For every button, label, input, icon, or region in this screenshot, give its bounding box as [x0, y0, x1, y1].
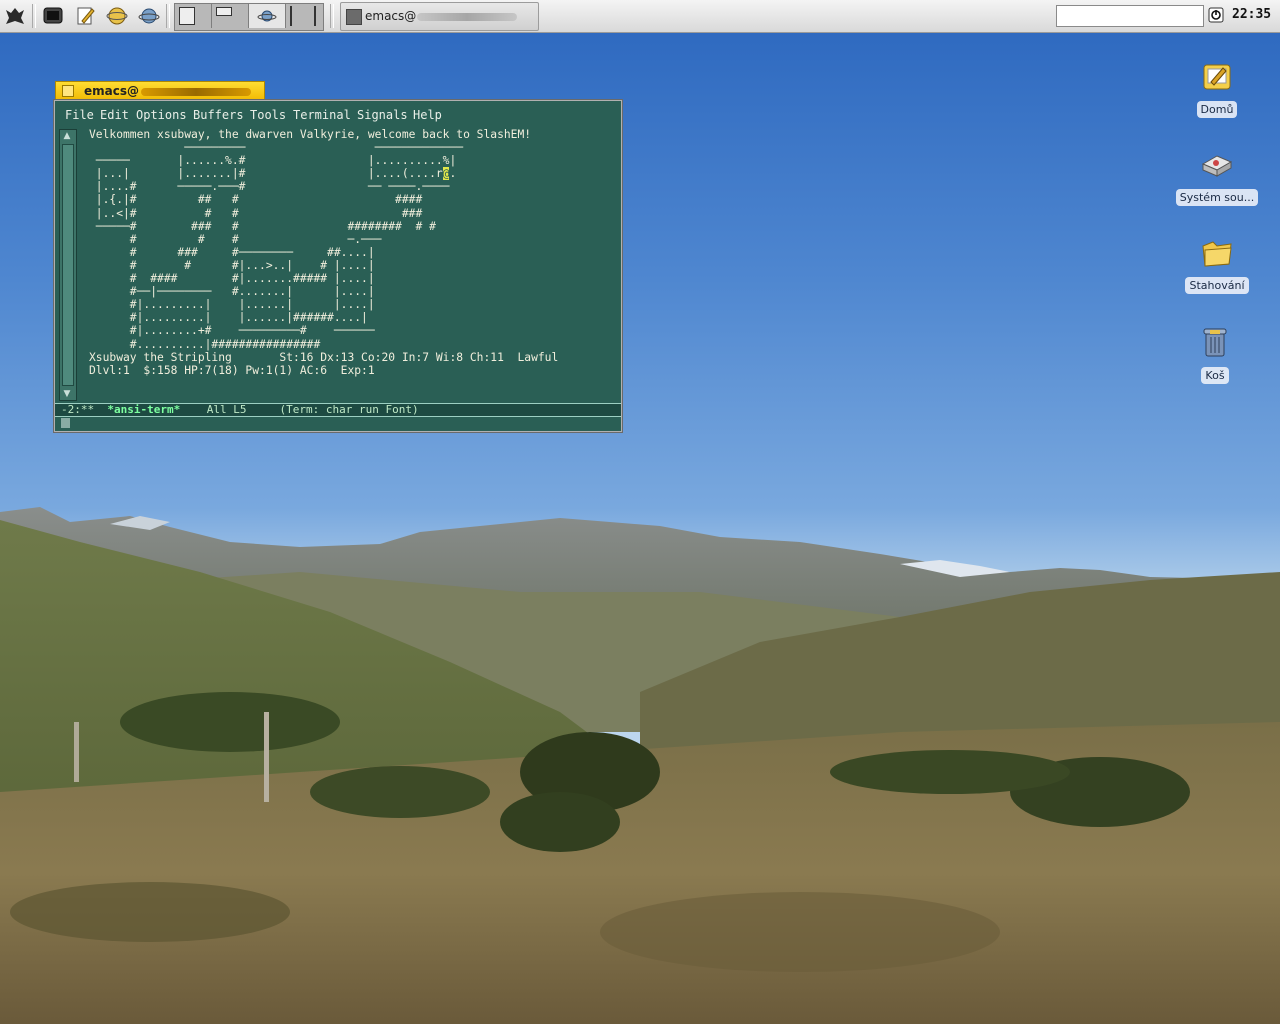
minibuffer-cursor — [61, 418, 70, 428]
scroll-up-icon[interactable]: ▲ — [61, 131, 73, 141]
scroll-down-icon[interactable]: ▼ — [61, 389, 73, 399]
email-icon — [257, 10, 277, 22]
emacs-minibuffer[interactable] — [55, 417, 621, 429]
menu-help[interactable]: Help — [413, 108, 442, 122]
menu-options[interactable]: Options — [136, 108, 187, 122]
app-menu-button[interactable] — [2, 3, 28, 29]
emacs-window: File Edit Options Buffers Tools Terminal… — [54, 100, 622, 432]
workspace-pager — [174, 3, 324, 31]
window-title: emacs@ — [84, 84, 251, 98]
window-icon — [346, 9, 362, 25]
panel-clock[interactable]: 22:35 — [1232, 7, 1271, 22]
desktop-icon-downloads[interactable]: Stahování — [1183, 236, 1251, 294]
terminal-line: ─────# ### # ######## # # — [89, 219, 436, 233]
terminal-line: ───── |......%.# |..........%| — [89, 154, 457, 168]
desktop-icon-home[interactable]: Domů — [1192, 58, 1242, 118]
terminal-line: #|.........| |......|######....| — [89, 311, 368, 325]
status-line-2: Dlvl:1 $:158 HP:7(18) Pw:1(1) AC:6 Exp:1 — [89, 363, 375, 377]
launcher-text-editor[interactable] — [72, 3, 98, 29]
menu-signals[interactable]: Signals — [357, 108, 408, 122]
downloads-folder-icon — [1202, 241, 1232, 267]
menu-buffers[interactable]: Buffers — [193, 108, 244, 122]
emacs-scrollbar[interactable]: ▲ ▼ — [59, 129, 77, 401]
terminal-line: ───────── ───────────── — [89, 141, 464, 155]
filesystem-drive-icon — [1201, 155, 1233, 177]
panel-separator — [166, 4, 170, 28]
terminal-line: #|........+# ─────────# ────── — [89, 324, 375, 338]
desktop-icon-filesystem[interactable]: Systém sou... — [1172, 148, 1262, 206]
scrollbar-thumb[interactable] — [62, 144, 74, 386]
menu-terminal[interactable]: Terminal — [293, 108, 351, 122]
terminal-line: |..<|# # # ### — [89, 206, 423, 220]
menu-file[interactable]: File — [65, 108, 94, 122]
terminal-line: |.{.|# ## # #### — [89, 193, 423, 207]
menu-edit[interactable]: Edit — [100, 108, 129, 122]
emacs-menubar: File Edit Options Buffers Tools Terminal… — [55, 106, 621, 126]
menu-tools[interactable]: Tools — [250, 108, 286, 122]
power-icon — [1208, 7, 1224, 23]
workspace-1[interactable] — [175, 4, 212, 28]
panel-search-input[interactable] — [1056, 5, 1204, 27]
terminal-line: |...| |.......|# |....(....r@. — [89, 167, 457, 181]
terminal-line: # ### #──────── ##....| — [89, 245, 375, 259]
panel-separator — [32, 4, 36, 28]
desktop-icon-label: Systém sou... — [1175, 189, 1259, 206]
top-panel: emacs@ 22:35 — [0, 0, 1280, 33]
workspace-3[interactable] — [249, 4, 286, 28]
app-menu-icon — [6, 8, 24, 24]
launcher-web-browser[interactable] — [104, 3, 130, 29]
terminal-line: # #### #|.......##### |....| — [89, 272, 375, 286]
emacs-titlebar[interactable]: emacs@ — [55, 81, 265, 101]
workspace-2[interactable] — [212, 4, 249, 28]
taskbar-label: emacs@ — [365, 9, 518, 23]
desktop-icon-label: Stahování — [1185, 277, 1249, 294]
terminal-line: #──|──────── #.......| |....| — [89, 285, 375, 299]
trash-icon — [1203, 328, 1227, 357]
panel-separator — [330, 4, 334, 28]
terminal-line: # # #|...>..| # |....| — [89, 258, 375, 272]
email-icon — [138, 8, 160, 24]
terminal-line: #..........|################ — [89, 337, 321, 351]
terminal-line: # # # ─.─── — [89, 232, 382, 246]
home-folder-icon — [1203, 64, 1231, 90]
terminal-line: Velkommen xsubway, the dwarven Valkyrie,… — [89, 128, 532, 141]
desktop-icon-trash[interactable]: Koš — [1195, 324, 1235, 384]
desktop-icon-label: Domů — [1196, 101, 1238, 118]
launcher-email[interactable] — [136, 3, 162, 29]
terminal-line: |....# ─────.───# ── ────.──── — [89, 180, 450, 194]
workspace-4[interactable] — [286, 4, 322, 28]
window-menu-icon[interactable] — [62, 85, 74, 97]
taskbar-emacs[interactable]: emacs@ — [340, 2, 539, 31]
terminal-line: #|.........| |......| |....| — [89, 298, 375, 312]
modeline-text: -2:** *ansi-term* All L5 (Term: char run… — [61, 403, 419, 416]
launcher-terminal[interactable] — [40, 3, 66, 29]
redacted-hostname — [417, 12, 518, 21]
web-browser-icon — [106, 7, 128, 25]
power-button[interactable] — [1205, 4, 1227, 26]
status-line-1: Xsubway the Stripling St:16 Dx:13 Co:20 … — [89, 350, 559, 364]
desktop-icon-label: Koš — [1201, 367, 1229, 384]
emacs-modeline[interactable]: -2:** *ansi-term* All L5 (Term: char run… — [55, 403, 621, 417]
ansi-term-buffer[interactable]: Velkommen xsubway, the dwarven Valkyrie,… — [89, 128, 609, 404]
text-editor-icon — [77, 7, 95, 25]
terminal-icon — [43, 7, 63, 24]
redacted-hostname — [141, 87, 251, 96]
modeline-buffer-name: *ansi-term* — [107, 403, 181, 416]
